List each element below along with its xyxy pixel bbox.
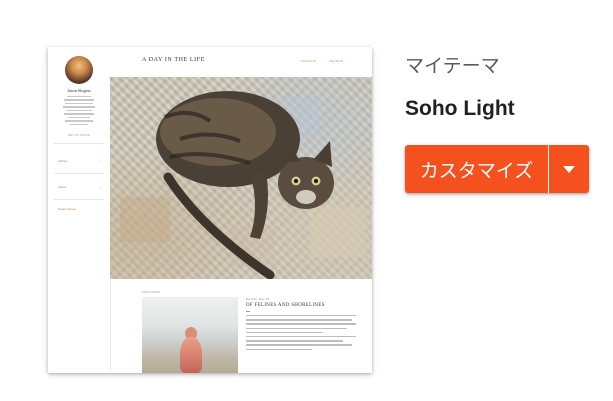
customize-button-group: カスタマイズ	[405, 145, 589, 193]
preview-divider	[54, 143, 104, 144]
preview-nav-item-label: Labels	[58, 185, 67, 189]
customize-dropdown-button[interactable]	[549, 145, 589, 193]
section-label: マイテーマ	[405, 55, 500, 77]
cat-photo	[120, 91, 365, 279]
chevron-down-icon: ⌄	[99, 159, 102, 163]
preview-post-image	[142, 297, 238, 373]
preview-hero-image	[110, 77, 372, 279]
caret-down-icon	[563, 165, 575, 173]
preview-nav-link: SEARCH	[329, 59, 344, 63]
preview-featured-label: FEATURED	[142, 290, 161, 294]
preview-author-name: Jason Rogers	[67, 88, 91, 93]
preview-nav-link: FASHION	[301, 59, 317, 63]
preview-post-title: OF FELINES AND SHORELINES	[246, 303, 325, 308]
preview-divider	[54, 173, 104, 174]
chevron-down-icon: ⌄	[99, 185, 102, 189]
preview-author-bio	[62, 96, 96, 127]
preview-nav-item-archive: Archive ⌄	[58, 159, 102, 163]
preview-report-link: Report Abuse	[58, 207, 77, 211]
preview-header: A DAY IN THE LIFE FASHION SEARCH	[110, 47, 372, 77]
preview-blog-title: A DAY IN THE LIFE	[142, 57, 205, 63]
preview-divider	[54, 199, 104, 200]
preview-nav-item-label: Archive	[58, 159, 68, 163]
preview-avatar	[65, 56, 93, 84]
preview-post-excerpt	[246, 315, 356, 353]
preview-post-figure	[180, 337, 202, 373]
theme-preview-thumbnail[interactable]: Jason Rogers GET IN TOUCH Archive ⌄ Labe…	[48, 47, 372, 373]
button-divider	[548, 145, 549, 193]
preview-post-date: Monday, May 26	[246, 297, 270, 301]
preview-sidebar: Jason Rogers GET IN TOUCH Archive ⌄ Labe…	[48, 47, 111, 373]
preview-nav-item-labels: Labels ⌄	[58, 185, 102, 189]
customize-button[interactable]: カスタマイズ	[405, 145, 548, 193]
preview-contact-link: GET IN TOUCH	[67, 133, 91, 137]
theme-name: Soho Light	[405, 97, 515, 120]
preview-post-divider	[246, 311, 250, 312]
